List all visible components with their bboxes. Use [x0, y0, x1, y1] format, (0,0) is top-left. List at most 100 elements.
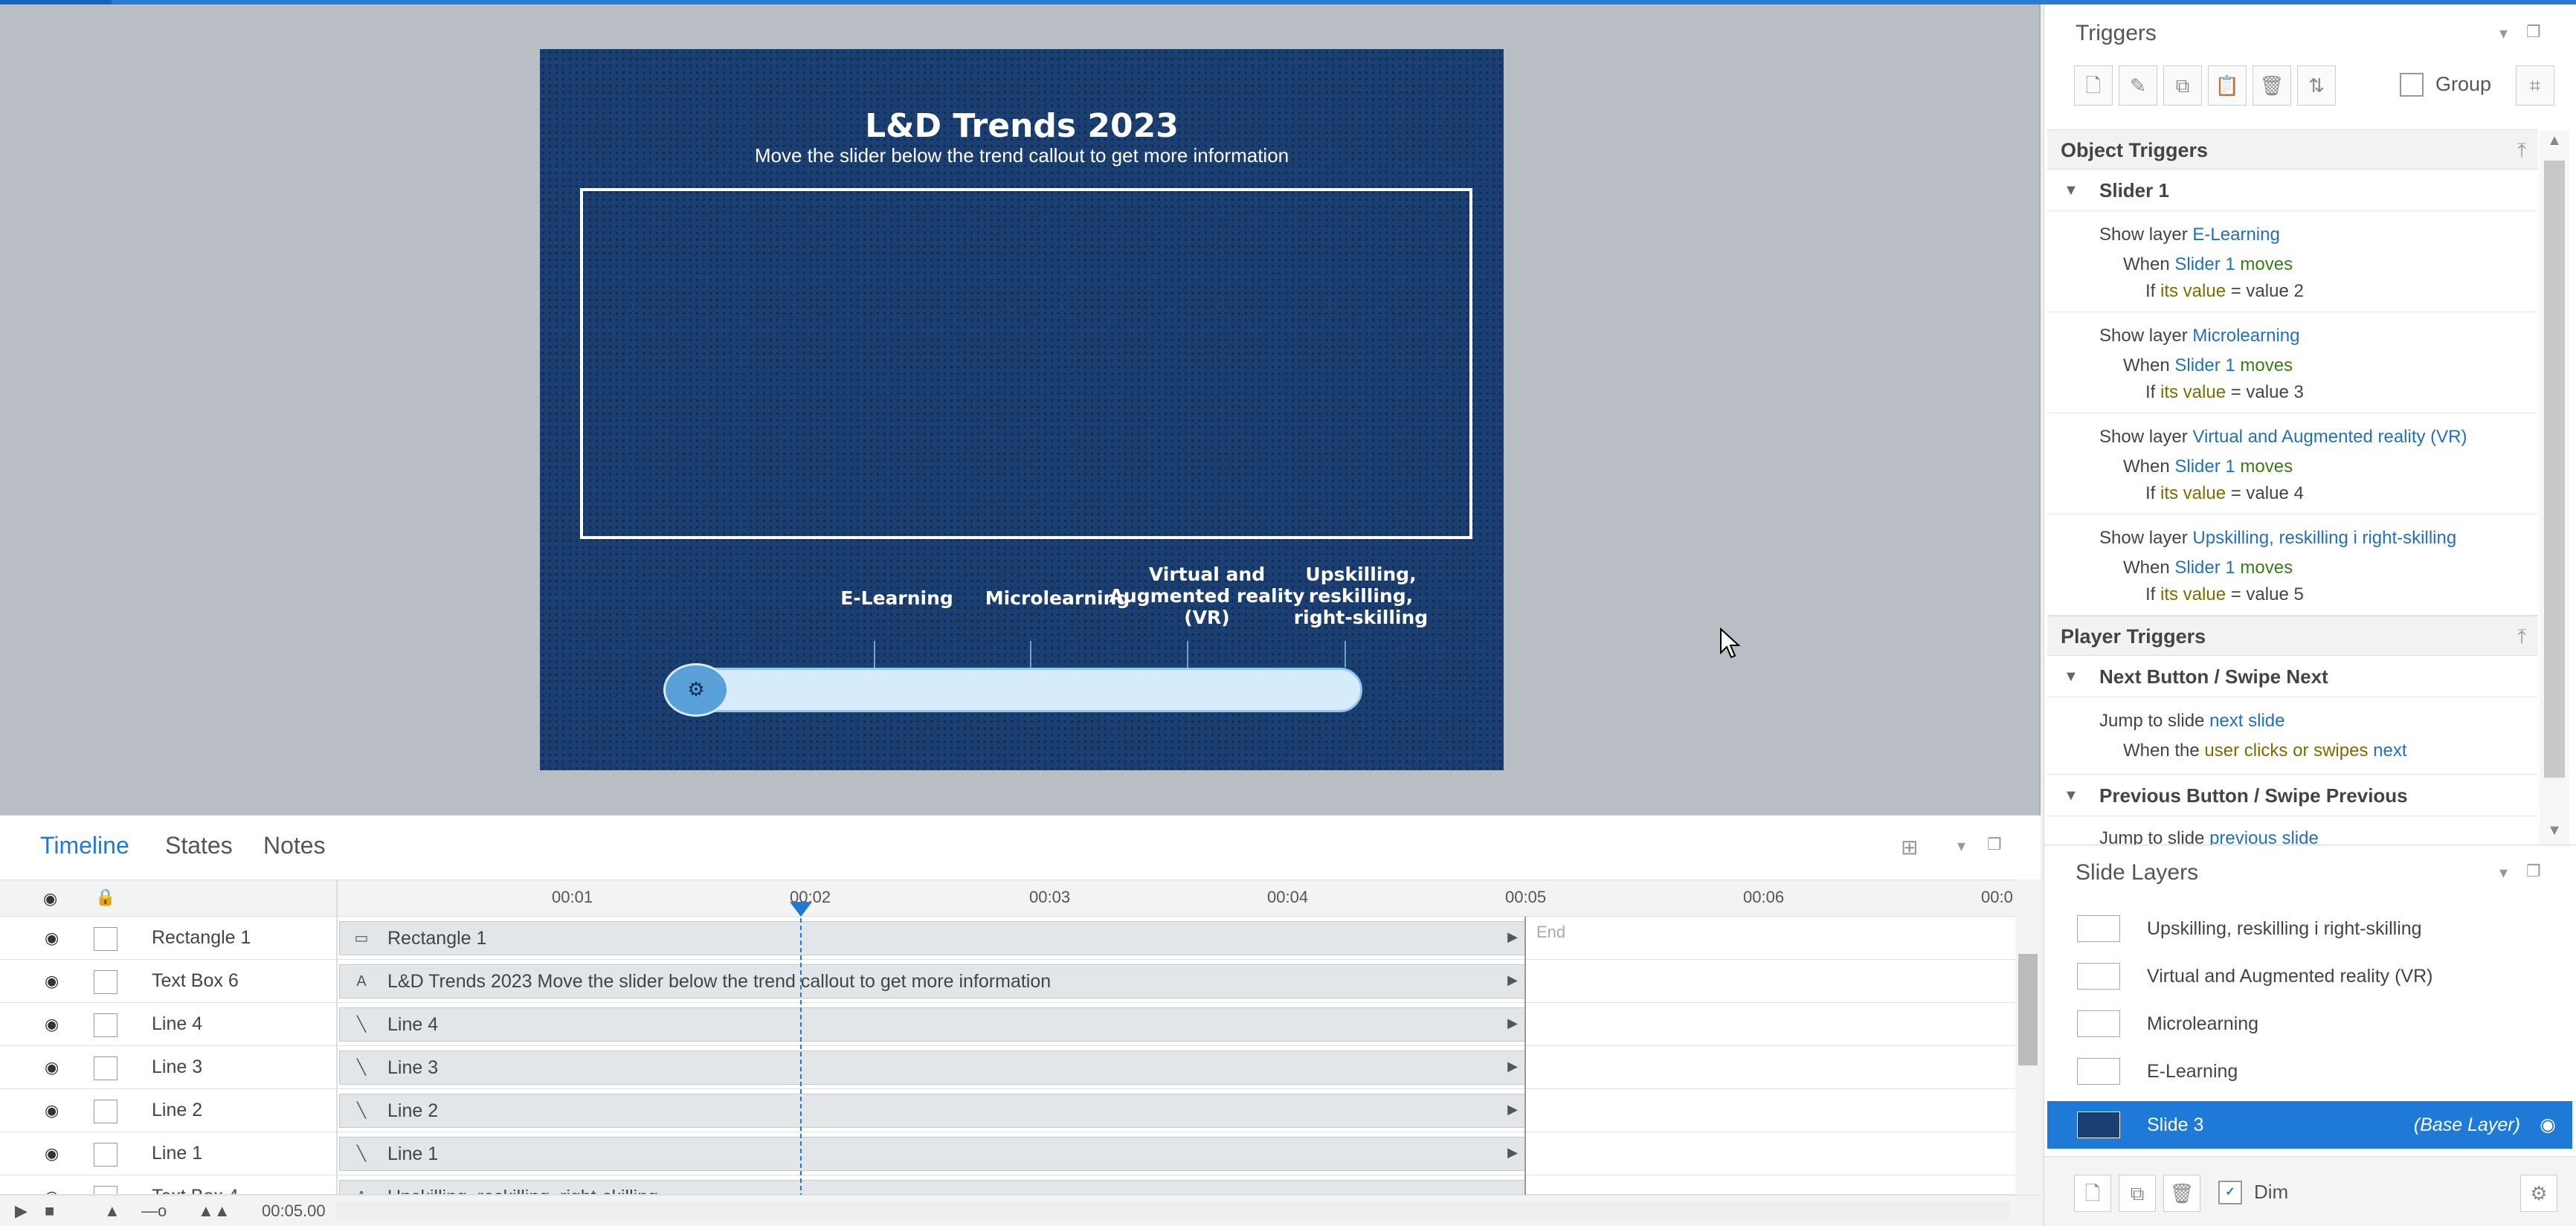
lock-checkbox[interactable]: [94, 927, 117, 951]
chevron-down-icon[interactable]: ▾: [2499, 24, 2508, 43]
trigger-item[interactable]: Jump to slide next slide When the user c…: [2047, 697, 2538, 775]
zoom-slider[interactable]: —o: [141, 1201, 167, 1221]
timeline-bar[interactable]: ╲ Line 2 ▶: [339, 1094, 1526, 1128]
timeline-bar[interactable]: A L&D Trends 2023 Move the slider below t…: [339, 964, 1526, 998]
line-1[interactable]: [874, 641, 875, 668]
paste-trigger-button[interactable]: 📋: [2208, 65, 2247, 106]
player-triggers-header[interactable]: Player Triggers ⤒: [2047, 616, 2538, 656]
timeline-row[interactable]: ◉ Rectangle 1 ▭ Rectangle 1 ▶: [0, 917, 2015, 960]
tab-notes[interactable]: Notes: [263, 832, 326, 859]
trigger-item[interactable]: Show layer Upskilling, reskilling i righ…: [2047, 514, 2538, 616]
slide-canvas[interactable]: L&D Trends 2023 Move the slider below th…: [540, 49, 1504, 770]
eye-icon[interactable]: ◉: [45, 972, 59, 991]
timeline-bar[interactable]: ▭ Rectangle 1 ▶: [339, 921, 1526, 955]
trigger-item[interactable]: Show layer E-Learning When Slider 1 move…: [2047, 211, 2538, 312]
scroll-down-icon[interactable]: ▼: [2544, 822, 2565, 839]
layer-row[interactable]: Microlearning: [2047, 1000, 2572, 1048]
timeline-row[interactable]: ◉ Line 2 ╲ Line 2 ▶: [0, 1089, 2015, 1132]
timeline-horizontal-scrollbar[interactable]: [336, 1201, 2009, 1219]
layer-row[interactable]: E-Learning: [2047, 1048, 2572, 1095]
chevron-down-icon[interactable]: ▾: [2499, 863, 2508, 883]
layer-row[interactable]: Upskilling, reskilling i right-skilling: [2047, 905, 2572, 952]
tab-timeline[interactable]: Timeline: [40, 832, 129, 859]
group-checkbox[interactable]: [2400, 73, 2424, 97]
delete-trigger-button[interactable]: 🗑: [2253, 65, 2291, 106]
eye-icon[interactable]: ◉: [45, 1058, 59, 1077]
object-triggers-header[interactable]: Object Triggers ⤒: [2047, 129, 2538, 170]
variables-button[interactable]: ⌗: [2516, 65, 2554, 106]
lock-checkbox[interactable]: [94, 1186, 117, 1194]
lock-checkbox[interactable]: [94, 1143, 117, 1167]
trigger-item[interactable]: Show layer Virtual and Augmented reality…: [2047, 413, 2538, 514]
trend-label-vr[interactable]: Virtual and Augmented reality (VR): [1099, 564, 1315, 628]
move-trigger-updown-button[interactable]: ⇅: [2297, 65, 2336, 106]
timeline-scrollbar[interactable]: [2015, 880, 2041, 1199]
timeline-row[interactable]: ◉ Text Box 4 A Upskilling, reskilling, ri…: [0, 1175, 2015, 1195]
scrollbar-thumb[interactable]: [2018, 954, 2038, 1065]
trigger-group-next[interactable]: ▼ Next Button / Swipe Next: [2047, 656, 2538, 697]
trigger-group-slider-1[interactable]: ▼ Slider 1: [2047, 170, 2538, 211]
line-2[interactable]: [1030, 641, 1031, 668]
eye-icon[interactable]: ◉: [45, 929, 59, 948]
timeline-row[interactable]: ◉ Line 4 ╲ Line 4 ▶: [0, 1003, 2015, 1046]
callout-rectangle[interactable]: [580, 188, 1472, 539]
eye-column-icon[interactable]: ◉: [43, 889, 57, 909]
slider-track[interactable]: [672, 668, 1362, 712]
lock-checkbox[interactable]: [94, 1100, 117, 1123]
edit-trigger-button[interactable]: ✎: [2119, 65, 2157, 106]
triggers-scrollbar[interactable]: ▲ ▼: [2540, 131, 2569, 845]
timeline-bar[interactable]: ╲ Line 1 ▶: [339, 1137, 1526, 1171]
trend-label-upskilling[interactable]: Upskilling, reskilling, right-skilling: [1284, 564, 1438, 628]
lock-checkbox[interactable]: [94, 970, 117, 994]
trend-label-elearning[interactable]: E-Learning: [822, 587, 971, 609]
timeline-row[interactable]: ◉ Text Box 6 A L&D Trends 2023 Move the s…: [0, 960, 2015, 1003]
chevron-down-icon[interactable]: ▾: [1957, 836, 1965, 856]
timeline-bar[interactable]: ╲ Line 3 ▶: [339, 1051, 1526, 1085]
scrollbar-thumb[interactable]: [2544, 161, 2565, 778]
new-layer-button[interactable]: 🗋: [2074, 1175, 2111, 1212]
align-icon[interactable]: ⊞: [1901, 835, 1918, 859]
gear-icon[interactable]: ⚙: [2520, 1175, 2557, 1212]
timeline-end-marker[interactable]: [1524, 917, 1526, 1199]
playhead-handle[interactable]: [790, 902, 812, 917]
collapse-icon[interactable]: ⤒: [2517, 130, 2526, 170]
copy-trigger-button[interactable]: ⧉: [2163, 65, 2202, 106]
restore-window-icon[interactable]: ❐: [1987, 835, 2002, 854]
play-icon[interactable]: ▶: [15, 1201, 28, 1221]
lock-checkbox[interactable]: [94, 1013, 117, 1037]
line-3[interactable]: [1187, 641, 1188, 668]
lock-column-icon[interactable]: 🔒: [95, 888, 115, 907]
timeline-bar[interactable]: A Upskilling, reskilling, right-skilling: [339, 1180, 1526, 1194]
slider-thumb[interactable]: ⚙: [663, 663, 729, 717]
restore-window-icon[interactable]: ❐: [2526, 862, 2541, 881]
trigger-group-previous[interactable]: ▼ Previous Button / Swipe Previous: [2047, 775, 2538, 816]
lock-checkbox[interactable]: [94, 1056, 117, 1080]
play-arrow-icon: ▶: [1507, 1145, 1518, 1160]
trigger-item[interactable]: Show layer Microlearning When Slider 1 m…: [2047, 312, 2538, 413]
slide-title[interactable]: L&D Trends 2023: [540, 107, 1504, 145]
duplicate-layer-button[interactable]: ⧉: [2119, 1175, 2156, 1212]
delete-layer-button[interactable]: 🗑: [2163, 1175, 2200, 1212]
eye-icon[interactable]: ◉: [45, 1015, 59, 1034]
layer-row[interactable]: Virtual and Augmented reality (VR): [2047, 952, 2572, 1000]
stop-icon[interactable]: ■: [45, 1201, 54, 1221]
timeline-row[interactable]: ◉ Line 1 ╲ Line 1 ▶: [0, 1132, 2015, 1175]
slide-subtitle[interactable]: Move the slider below the trend callout …: [540, 144, 1504, 167]
eye-icon[interactable]: ◉: [2540, 1101, 2556, 1149]
line-4[interactable]: [1345, 641, 1346, 668]
trigger-item[interactable]: Jump to slide previous slide: [2047, 816, 2538, 845]
eye-icon[interactable]: ◉: [45, 1187, 59, 1194]
eye-icon[interactable]: ◉: [45, 1144, 59, 1164]
collapse-icon[interactable]: ⤒: [2517, 616, 2526, 656]
zoom-in-icon[interactable]: ▲▲: [198, 1201, 231, 1221]
restore-window-icon[interactable]: ❐: [2526, 22, 2541, 42]
new-trigger-button[interactable]: 🗋: [2074, 65, 2113, 106]
dim-checkbox[interactable]: ✓: [2218, 1181, 2242, 1204]
tab-states[interactable]: States: [165, 832, 233, 859]
zoom-out-icon[interactable]: ▲: [104, 1201, 120, 1221]
timeline-row[interactable]: ◉ Line 3 ╲ Line 3 ▶: [0, 1046, 2015, 1089]
timeline-bar[interactable]: ╲ Line 4 ▶: [339, 1007, 1526, 1042]
scroll-up-icon[interactable]: ▲: [2544, 132, 2565, 149]
base-layer-row[interactable]: Slide 3 (Base Layer) ◉: [2047, 1101, 2572, 1149]
eye-icon[interactable]: ◉: [45, 1101, 59, 1120]
